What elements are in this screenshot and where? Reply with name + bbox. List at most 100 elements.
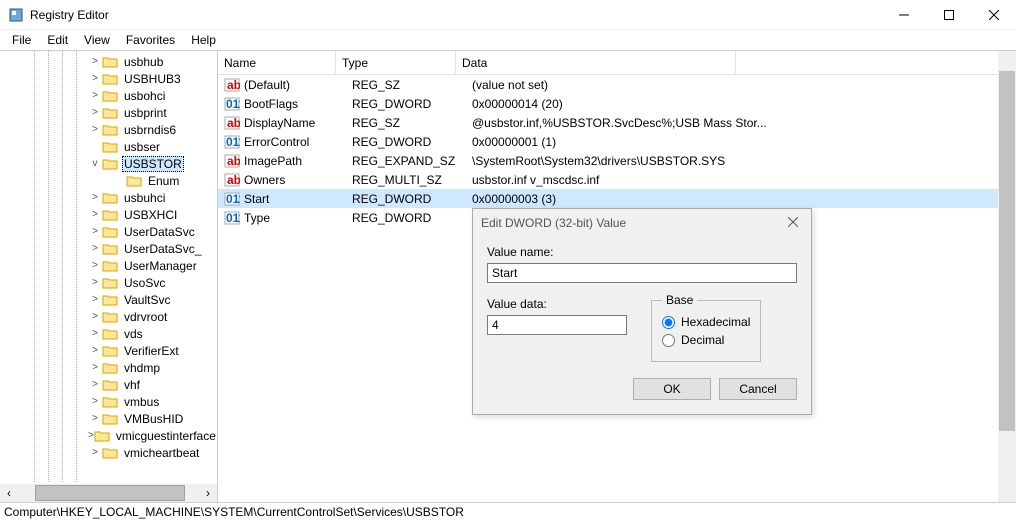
tree-item[interactable]: >VaultSvc xyxy=(0,291,217,308)
value-type: REG_EXPAND_SZ xyxy=(352,154,472,168)
menu-help[interactable]: Help xyxy=(183,31,224,49)
tree-item[interactable]: >vdrvroot xyxy=(0,308,217,325)
expander-icon[interactable]: > xyxy=(88,90,102,101)
expander-icon[interactable]: > xyxy=(88,447,102,458)
tree-item[interactable]: >VerifierExt xyxy=(0,342,217,359)
value-data: usbstor.inf v_mscdsc.inf xyxy=(472,173,1016,187)
folder-icon xyxy=(102,225,118,239)
expander-icon[interactable]: > xyxy=(88,73,102,84)
list-row[interactable]: 011StartREG_DWORD0x00000003 (3) xyxy=(218,189,1016,208)
dialog-close-icon[interactable] xyxy=(783,216,803,230)
tree-item[interactable]: >vmicguestinterface xyxy=(0,427,217,444)
value-name: (Default) xyxy=(244,78,352,92)
value-type: REG_DWORD xyxy=(352,192,472,206)
tree-item-label: usbprint xyxy=(122,106,169,120)
svg-text:ab: ab xyxy=(227,116,240,130)
minimize-button[interactable] xyxy=(881,0,926,30)
tree-item[interactable]: >VMBusHID xyxy=(0,410,217,427)
expander-icon[interactable]: > xyxy=(88,328,102,339)
tree-item[interactable]: usbser xyxy=(0,138,217,155)
tree-item[interactable]: > vmicheartbeat xyxy=(0,444,217,461)
column-name[interactable]: Name xyxy=(218,51,336,74)
svg-text:ab: ab xyxy=(227,154,240,168)
menu-view[interactable]: View xyxy=(76,31,118,49)
tree-item[interactable]: >UserDataSvc_ xyxy=(0,240,217,257)
scrollbar-thumb[interactable] xyxy=(999,71,1015,431)
menu-edit[interactable]: Edit xyxy=(39,31,76,49)
expander-icon[interactable]: > xyxy=(88,413,102,424)
close-button[interactable] xyxy=(971,0,1016,30)
tree-item[interactable]: Enum xyxy=(0,172,217,189)
maximize-button[interactable] xyxy=(926,0,971,30)
tree-item[interactable]: >UserDataSvc xyxy=(0,223,217,240)
expander-icon[interactable]: > xyxy=(88,362,102,373)
expander-icon[interactable]: > xyxy=(88,294,102,305)
expander-icon[interactable]: > xyxy=(88,243,102,254)
tree-item[interactable]: >usbrndis6 xyxy=(0,121,217,138)
expander-icon[interactable]: > xyxy=(88,124,102,135)
folder-icon xyxy=(102,157,118,171)
expander-icon[interactable]: > xyxy=(88,107,102,118)
value-data-field[interactable] xyxy=(487,315,627,335)
list-row[interactable]: abImagePathREG_EXPAND_SZ\SystemRoot\Syst… xyxy=(218,151,1016,170)
tree-item[interactable]: >vds xyxy=(0,325,217,342)
cancel-button[interactable]: Cancel xyxy=(719,378,797,400)
tree-item[interactable]: >vhdmp xyxy=(0,359,217,376)
list-body[interactable]: ab(Default)REG_SZ(value not set)011BootF… xyxy=(218,75,1016,227)
tree-item[interactable]: >USBHUB3 xyxy=(0,70,217,87)
tree-item[interactable]: >vhf xyxy=(0,376,217,393)
titlebar: Registry Editor xyxy=(0,0,1016,30)
tree-item[interactable]: vUSBSTOR xyxy=(0,155,217,172)
list-row[interactable]: 011ErrorControlREG_DWORD0x00000001 (1) xyxy=(218,132,1016,151)
tree-item[interactable]: > usbuhci xyxy=(0,189,217,206)
radio-dec-input[interactable] xyxy=(662,334,675,347)
list-row[interactable]: 011BootFlagsREG_DWORD0x00000014 (20) xyxy=(218,94,1016,113)
expander-icon[interactable]: > xyxy=(88,260,102,271)
expander-icon[interactable]: > xyxy=(88,345,102,356)
menu-file[interactable]: File xyxy=(4,31,39,49)
radio-dec[interactable]: Decimal xyxy=(662,333,750,347)
expander-icon[interactable]: > xyxy=(88,277,102,288)
tree-item-label: UserManager xyxy=(122,259,199,273)
tree-item[interactable]: > UserManager xyxy=(0,257,217,274)
scroll-right-icon[interactable]: › xyxy=(199,484,217,502)
radio-hex-input[interactable] xyxy=(662,316,675,329)
tree-item[interactable]: >usbhub xyxy=(0,53,217,70)
ok-button[interactable]: OK xyxy=(633,378,711,400)
folder-icon xyxy=(102,106,118,120)
window-controls xyxy=(881,0,1016,30)
svg-text:ab: ab xyxy=(227,173,240,187)
tree-item[interactable]: >UsoSvc xyxy=(0,274,217,291)
scrollbar-thumb[interactable] xyxy=(35,485,185,501)
expander-icon[interactable]: > xyxy=(88,311,102,322)
list-vertical-scrollbar[interactable] xyxy=(998,51,1016,502)
scroll-left-icon[interactable]: ‹ xyxy=(0,484,18,502)
list-row[interactable]: ab(Default)REG_SZ(value not set) xyxy=(218,75,1016,94)
column-type[interactable]: Type xyxy=(336,51,456,74)
tree-item[interactable]: >vmbus xyxy=(0,393,217,410)
expander-icon[interactable]: > xyxy=(88,226,102,237)
expander-icon[interactable]: v xyxy=(88,158,102,169)
list-row[interactable]: abDisplayNameREG_SZ@usbstor.inf,%USBSTOR… xyxy=(218,113,1016,132)
column-data[interactable]: Data xyxy=(456,51,736,74)
folder-icon xyxy=(102,361,118,375)
tree-horizontal-scrollbar[interactable]: ‹ › xyxy=(0,484,217,502)
expander-icon[interactable]: > xyxy=(88,379,102,390)
tree-item-label: usbuhci xyxy=(122,191,167,205)
list-row[interactable]: abOwnersREG_MULTI_SZusbstor.inf v_mscdsc… xyxy=(218,170,1016,189)
tree-item[interactable]: > usbprint xyxy=(0,104,217,121)
tree-item-label: vmicheartbeat xyxy=(122,446,201,460)
tree[interactable]: >usbhub>USBHUB3>usbohci>usbprint>usbrndi… xyxy=(0,51,217,483)
expander-icon[interactable]: > xyxy=(88,209,102,220)
radio-hex[interactable]: Hexadecimal xyxy=(662,315,750,329)
regedit-icon xyxy=(8,7,24,23)
menu-favorites[interactable]: Favorites xyxy=(118,31,183,49)
dialog-titlebar[interactable]: Edit DWORD (32-bit) Value xyxy=(473,209,811,237)
tree-item[interactable]: >USBXHCI xyxy=(0,206,217,223)
tree-item[interactable]: >usbohci xyxy=(0,87,217,104)
value-name-field[interactable] xyxy=(487,263,797,283)
value-name: ImagePath xyxy=(244,154,352,168)
expander-icon[interactable]: > xyxy=(88,192,102,203)
expander-icon[interactable]: > xyxy=(88,56,102,67)
expander-icon[interactable]: > xyxy=(88,396,102,407)
